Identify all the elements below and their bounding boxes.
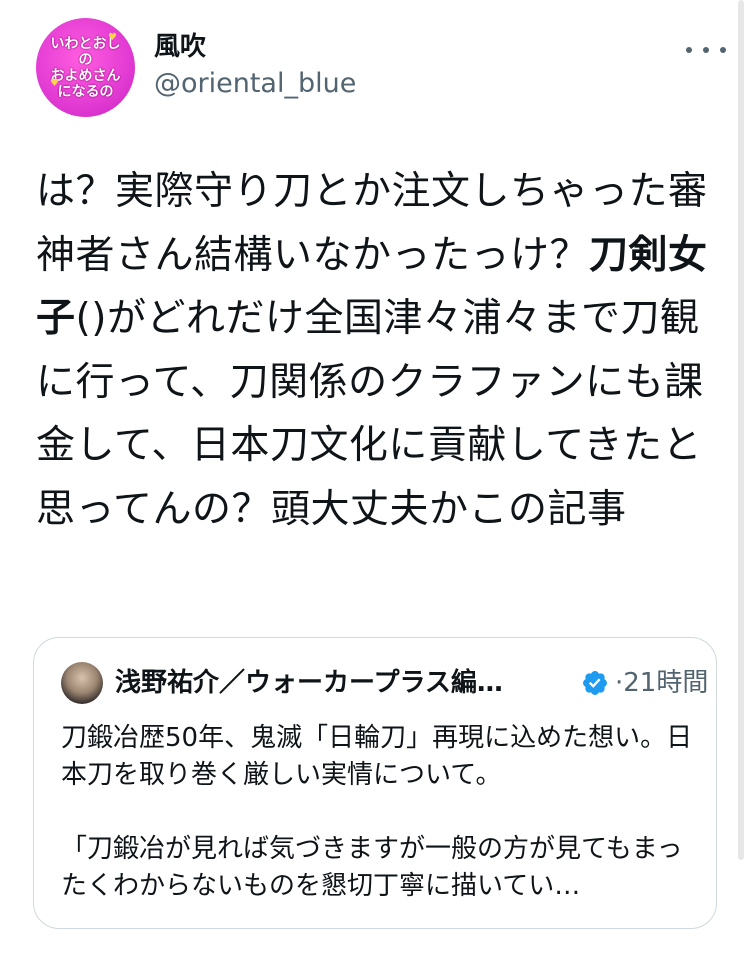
more-dot	[686, 47, 692, 53]
scrollbar[interactable]	[738, 0, 744, 860]
more-horizontal-icon[interactable]	[686, 40, 726, 60]
heart-decoration-icon: ♥	[108, 32, 117, 43]
quoted-tweet-card[interactable]: 浅野祐介／ウォーカープラス編… ·21時間 刀鍛冶歴50年、鬼滅「日輪刀」再現に…	[33, 637, 717, 929]
quoted-tweet-meta: ·21時間	[615, 666, 708, 700]
tweet-text-part2: ()がどれだけ全国津々浦々まで刀観に行って、刀関係のクラファンにも課金して、日本…	[36, 296, 704, 532]
author-names: 風吹 @oriental_blue	[154, 30, 356, 102]
tweet-header: いわとおし の およめさん になるの ♥ ♥ 風吹 @oriental_blue	[36, 18, 726, 118]
quoted-author-name[interactable]: 浅野祐介／ウォーカープラス編…	[115, 666, 503, 700]
heart-decoration-icon: ♥	[50, 78, 59, 89]
quoted-author-avatar[interactable]	[61, 662, 103, 704]
user-handle[interactable]: @oriental_blue	[154, 66, 356, 102]
display-name[interactable]: 風吹	[154, 30, 356, 64]
more-dot	[720, 47, 726, 53]
avatar-text: いわとおし の およめさん になるの	[50, 36, 121, 100]
quoted-tweet-time[interactable]: 21時間	[623, 668, 708, 698]
verified-badge-icon	[583, 671, 607, 695]
quoted-tweet-header: 浅野祐介／ウォーカープラス編… ·21時間	[61, 662, 708, 706]
avatar[interactable]: いわとおし の およめさん になるの ♥ ♥	[36, 18, 135, 117]
more-dot	[703, 47, 709, 53]
tweet: いわとおし の およめさん になるの ♥ ♥ 風吹 @oriental_blue…	[0, 0, 750, 978]
tweet-text: は？実際守り刀とか注文しちゃった審神者さん結構いなかったっけ？刀剣女子()がどれ…	[36, 160, 716, 541]
quoted-tweet-text: 刀鍛冶歴50年、鬼滅「日輪刀」再現に込めた想い。日本刀を取り巻く厳しい実情につい…	[61, 723, 693, 901]
